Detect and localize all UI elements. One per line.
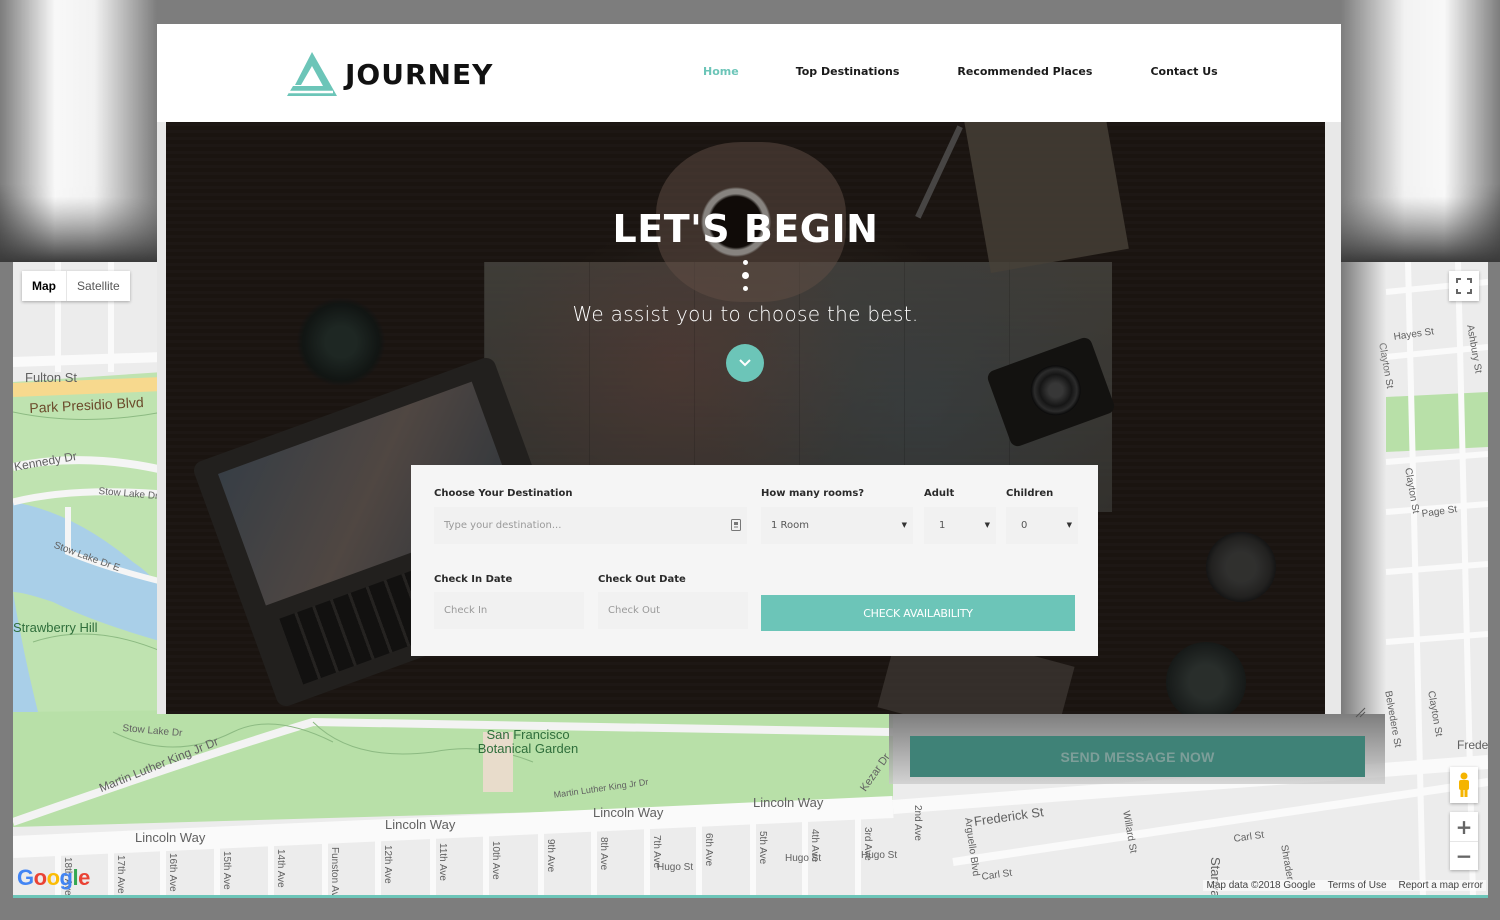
hero-section: LET'S BEGIN We assist you to choose the … [166,122,1325,714]
map-label-strawberry-hill: Strawberry Hill [13,620,98,635]
check-out-input[interactable]: Check Out [598,592,748,629]
map-footer: Map data ©2018 Google Terms of Use Repor… [1203,880,1486,891]
fullscreen-icon [1456,278,1472,294]
caret-down-icon: ▼ [1066,521,1072,529]
destination-label: Choose Your Destination [434,488,573,499]
destination-input[interactable]: Type your destination... [434,507,747,544]
map-label-frederick-2: Frederick St [1457,738,1488,752]
logo[interactable]: JOURNEY [287,52,493,96]
map-label-stanyan: Stanyan St [1208,857,1223,898]
zoom-out-button[interactable]: − [1450,841,1478,870]
children-label: Children [1006,488,1054,499]
map-label-botanical-garden: San Francisco Botanical Garden [477,727,579,756]
map-label-avenue: 6th Ave [703,833,714,867]
map-label-avenue: 3rd Ave [862,827,873,861]
adult-label: Adult [924,488,955,499]
map-data-attribution: Map data ©2018 Google [1206,880,1316,891]
zoom-control: + − [1450,812,1478,870]
contact-form-ghost-panel [1341,262,1386,714]
map-label-lincoln-4: Lincoln Way [753,795,824,810]
map-label-avenue: Funston Ave [329,847,340,898]
map-type-control: Map Satellite [22,271,130,301]
site-header: JOURNEY Home Top Destinations Recommende… [157,24,1341,122]
check-in-input[interactable]: Check In [434,592,584,629]
map-label-avenue: 2nd Ave [912,805,923,841]
main-nav: Home Top Destinations Recommended Places… [703,65,1218,78]
map-label-lincoln-3: Lincoln Way [593,805,664,820]
rooms-label: How many rooms? [761,488,865,499]
check-availability-button[interactable]: CHECK AVAILABILITY [761,595,1075,631]
rooms-select[interactable]: 1 Room ▼ [761,507,913,544]
nav-recommended-places[interactable]: Recommended Places [957,65,1092,78]
nav-contact-us[interactable]: Contact Us [1150,65,1217,78]
check-in-label: Check In Date [434,574,513,585]
map-label-avenue: 12th Ave [382,845,393,884]
check-in-placeholder: Check In [444,605,488,616]
left-glow [0,0,157,262]
caret-down-icon: ▼ [901,521,907,529]
map-label-avenue: 17th Ave [115,855,126,894]
map-label-avenue: 4th Ave [809,829,820,863]
adult-value: 1 [939,520,946,531]
adult-select[interactable]: 1 ▼ [924,507,996,544]
nav-top-destinations[interactable]: Top Destinations [796,65,900,78]
hero-subtitle: We assist you to choose the best. [572,302,919,326]
map-label-avenue: 15th Ave [221,851,232,890]
map-label-lincoln-1: Lincoln Way [135,830,206,845]
terms-of-use-link[interactable]: Terms of Use [1328,880,1387,891]
map-label-avenue: 14th Ave [275,849,286,888]
scroll-down-button[interactable] [726,344,764,382]
map-label-avenue: 7th Ave [651,835,662,869]
map-type-map-button[interactable]: Map [22,271,67,301]
chevron-down-icon [739,359,751,367]
map-label-avenue: 8th Ave [598,837,609,871]
map-label-avenue: 10th Ave [490,841,501,880]
hero-title: LET'S BEGIN [612,207,879,251]
map-label-avenue: 16th Ave [167,853,178,892]
dots-divider-icon [742,258,750,294]
zoom-in-button[interactable]: + [1450,812,1478,841]
booking-form: Choose Your Destination Type your destin… [411,465,1098,656]
children-select[interactable]: 0 ▼ [1006,507,1078,544]
map-label-avenue: 9th Ave [545,839,556,873]
caret-down-icon: ▼ [984,521,990,529]
destination-placeholder: Type your destination... [444,520,562,531]
resize-grip-icon [1355,707,1366,718]
map-label-hugo-1: Hugo St [657,862,694,873]
report-map-error-link[interactable]: Report a map error [1399,880,1483,891]
google-logo: Google [17,865,90,890]
map-label-lincoln-2: Lincoln Way [385,817,456,832]
check-out-label: Check Out Date [598,574,686,585]
nav-home[interactable]: Home [703,65,739,78]
logo-triangle-icon [287,52,337,96]
send-message-button[interactable]: SEND MESSAGE NOW [910,736,1365,777]
check-out-placeholder: Check Out [608,605,661,616]
map-label-fulton: Fulton St [25,370,78,385]
pegman-icon [1459,772,1469,797]
right-glow [1341,0,1500,262]
street-view-pegman[interactable] [1450,767,1478,803]
map-label-avenue: 11th Ave [437,843,448,881]
rooms-value: 1 Room [771,520,810,531]
fullscreen-button[interactable] [1449,271,1479,301]
calendar-icon [731,519,741,531]
children-value: 0 [1021,520,1028,531]
map-label-avenue: 5th Ave [757,831,768,865]
website-card: JOURNEY Home Top Destinations Recommende… [157,24,1341,714]
map-type-satellite-button[interactable]: Satellite [67,271,130,301]
brand-name: JOURNEY [345,57,494,91]
